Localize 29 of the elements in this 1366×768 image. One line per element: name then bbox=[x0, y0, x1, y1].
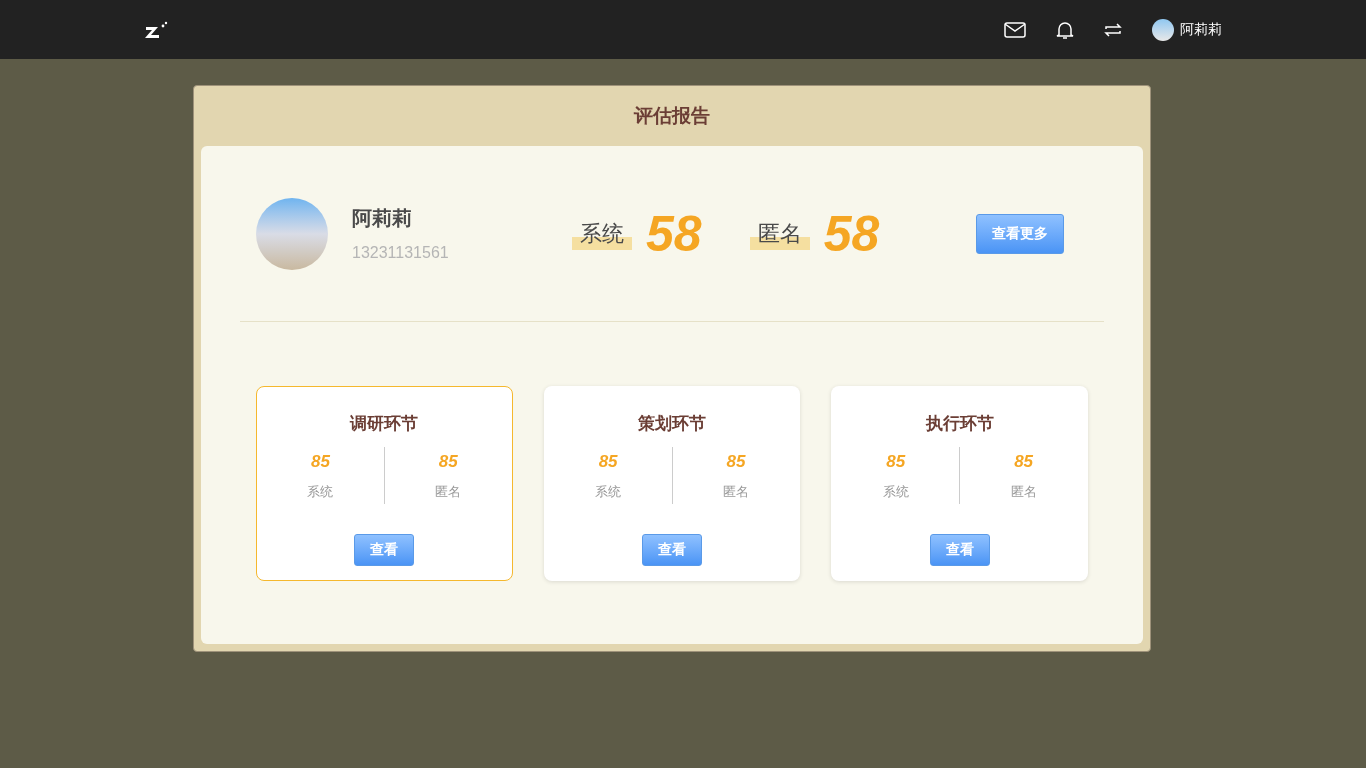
stage-score-label: 系统 bbox=[595, 483, 622, 501]
mail-icon[interactable] bbox=[1004, 21, 1026, 38]
stage-score: 85 bbox=[438, 450, 458, 473]
stage-score-label: 匿名 bbox=[1010, 483, 1037, 501]
stage-score-label: 系统 bbox=[307, 483, 334, 501]
stage-score-label: 匿名 bbox=[722, 483, 749, 501]
user-name: 阿莉莉 bbox=[352, 205, 413, 231]
stage-card[interactable]: 执行环节 85 系统 85 匿名 查看 bbox=[831, 386, 1088, 581]
bell-icon[interactable] bbox=[1056, 19, 1074, 40]
stage-score: 85 bbox=[886, 450, 906, 473]
avatar[interactable] bbox=[1152, 18, 1174, 41]
stage-score: 85 bbox=[726, 450, 746, 473]
stage-score: 85 bbox=[310, 450, 330, 473]
user-phone: 13231131561 bbox=[352, 242, 450, 263]
stage-score-label: 系统 bbox=[882, 483, 909, 501]
score-value: 58 bbox=[646, 208, 702, 259]
stage-score-label: 匿名 bbox=[435, 483, 462, 501]
stage-score: 85 bbox=[1014, 450, 1034, 473]
stage-title: 执行环节 bbox=[925, 413, 994, 435]
swap-icon[interactable] bbox=[1104, 21, 1122, 38]
stage-title: 调研环节 bbox=[350, 413, 419, 435]
logo-icon[interactable] bbox=[144, 20, 168, 39]
stage-title: 策划环节 bbox=[638, 413, 706, 435]
username[interactable]: 阿莉莉 bbox=[1180, 19, 1222, 40]
stage-card[interactable]: 策划环节 85 系统 85 匿名 查看 bbox=[543, 386, 801, 581]
dialog-title: 评估报告 bbox=[632, 103, 711, 128]
stage-card[interactable]: 调研环节 85 系统 85 匿名 查看 bbox=[256, 386, 513, 581]
score-value: 58 bbox=[823, 208, 880, 259]
stage-score: 85 bbox=[598, 450, 618, 473]
